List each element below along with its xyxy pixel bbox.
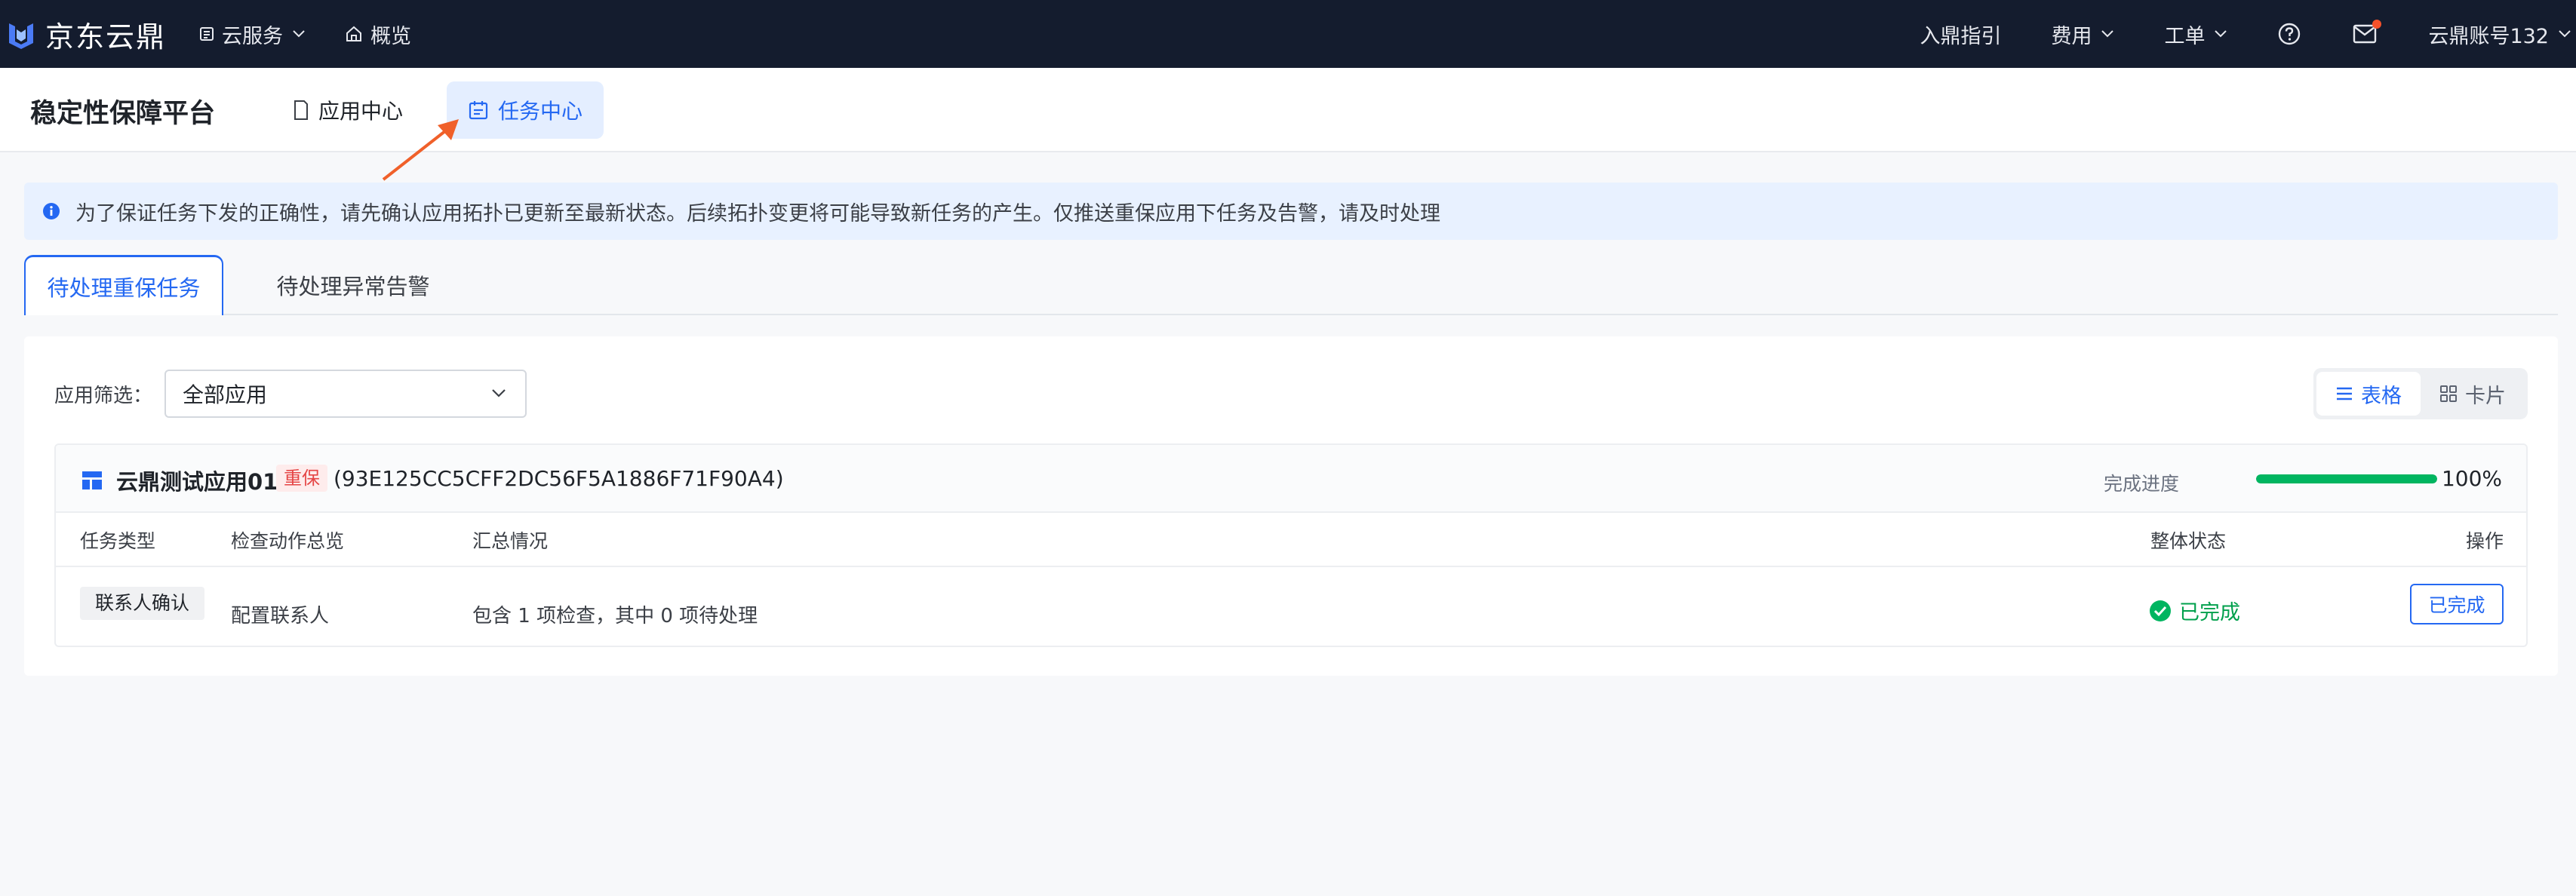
tab-task-center[interactable]: 任务中心	[447, 81, 604, 139]
messages-button[interactable]	[2353, 20, 2382, 44]
task-summary: 包含 1 项检查，其中 0 项待处理	[472, 605, 758, 628]
account-label: 云鼎账号132	[2428, 24, 2549, 48]
column-header-type: 任务类型	[80, 530, 156, 552]
header-divider	[56, 566, 2526, 567]
overview-link[interactable]: 概览	[345, 20, 411, 49]
task-tabs: 待处理重保任务 待处理异常告警	[24, 255, 2558, 315]
guide-link[interactable]: 入鼎指引	[1920, 20, 2001, 49]
brand[interactable]: 京东云鼎	[6, 14, 166, 55]
task-status-label: 已完成	[2179, 601, 2240, 624]
account-menu[interactable]: 云鼎账号132	[2428, 20, 2571, 49]
chevron-down-icon	[2101, 30, 2114, 38]
app-task-panel: 云鼎测试应用01 重保 (93E125CC5CFF2DC56F5A1886F71…	[54, 443, 2528, 647]
app-header: 云鼎测试应用01 重保 (93E125CC5CFF2DC56F5A1886F71…	[56, 445, 2526, 513]
fees-label: 费用	[2051, 24, 2092, 48]
jdcloud-logo-icon	[9, 23, 33, 49]
filter-label: 应用筛选：	[54, 385, 153, 407]
nav-right: 入鼎指引 费用 工单 云鼎账号132	[1920, 0, 2576, 68]
unread-dot	[2372, 20, 2382, 29]
help-icon	[2279, 23, 2301, 45]
app-id: (93E125CC5CFF2DC56F5A1886F71F90A4)	[334, 466, 784, 491]
progress-label: 完成进度	[2103, 473, 2179, 495]
app-icon	[82, 471, 102, 489]
top-navbar: 京东云鼎 云服务 概览 入鼎指引 费用 工单 云鼎账号132	[0, 0, 2576, 68]
view-toggle: 表格 卡片	[2313, 368, 2528, 419]
completed-button[interactable]: 已完成	[2410, 584, 2504, 624]
tab-task-center-label: 任务中心	[498, 99, 583, 124]
info-notice: 为了保证任务下发的正确性，请先确认应用拓扑已更新至最新状态。后续拓扑变更将可能导…	[24, 183, 2558, 240]
progress-bar	[2256, 474, 2437, 483]
calendar-icon	[469, 101, 488, 120]
chevron-down-icon	[293, 30, 305, 38]
progress-value: 100%	[2441, 466, 2502, 491]
document-icon	[294, 100, 308, 120]
cloud-services-menu[interactable]: 云服务	[199, 20, 306, 49]
main-card: 应用筛选： 全部应用 表格 卡片 云鼎测试应用01 重保 (93E125CC5C…	[24, 336, 2558, 676]
priority-badge: 重保	[276, 465, 327, 492]
task-action: 配置联系人	[231, 605, 330, 628]
annotation-arrow-icon	[382, 119, 459, 181]
task-type-tag: 联系人确认	[80, 587, 205, 620]
check-circle-icon	[2150, 600, 2171, 621]
brand-name: 京东云鼎	[45, 20, 167, 54]
help-button[interactable]	[2277, 22, 2301, 46]
app-filter-value: 全部应用	[183, 382, 268, 407]
progress-fill	[2256, 474, 2437, 483]
info-icon	[43, 203, 60, 219]
column-header-ops: 操作	[2465, 530, 2504, 552]
column-header-summary: 汇总情况	[472, 530, 549, 552]
chevron-down-icon	[492, 389, 506, 397]
overview-label: 概览	[370, 24, 412, 48]
view-card-label: 卡片	[2465, 384, 2506, 408]
app-filter-select[interactable]: 全部应用	[164, 370, 527, 418]
grid-icon	[2440, 385, 2457, 402]
cloud-services-label: 云服务	[222, 24, 284, 48]
chevron-down-icon	[2559, 30, 2571, 38]
list-icon	[2337, 387, 2352, 400]
home-icon	[346, 26, 362, 41]
page-title: 稳定性保障平台	[30, 99, 216, 129]
chevron-down-icon	[2215, 30, 2227, 38]
tab-pending-tasks[interactable]: 待处理重保任务	[24, 255, 223, 315]
view-table-label: 表格	[2361, 384, 2402, 408]
notice-text: 为了保证任务下发的正确性，请先确认应用拓扑已更新至最新状态。后续拓扑变更将可能导…	[75, 201, 1440, 226]
fees-menu[interactable]: 费用	[2051, 20, 2114, 49]
column-header-status: 整体状态	[2150, 530, 2227, 552]
app-name: 云鼎测试应用01	[116, 469, 278, 495]
tickets-label: 工单	[2164, 24, 2206, 48]
view-table-button[interactable]: 表格	[2316, 372, 2421, 416]
tickets-menu[interactable]: 工单	[2164, 20, 2227, 49]
grid-icon	[200, 27, 214, 41]
view-card-button[interactable]: 卡片	[2421, 372, 2525, 416]
tab-pending-alerts[interactable]: 待处理异常告警	[251, 255, 456, 315]
column-header-action: 检查动作总览	[231, 530, 345, 552]
task-status: 已完成	[2149, 596, 2240, 625]
